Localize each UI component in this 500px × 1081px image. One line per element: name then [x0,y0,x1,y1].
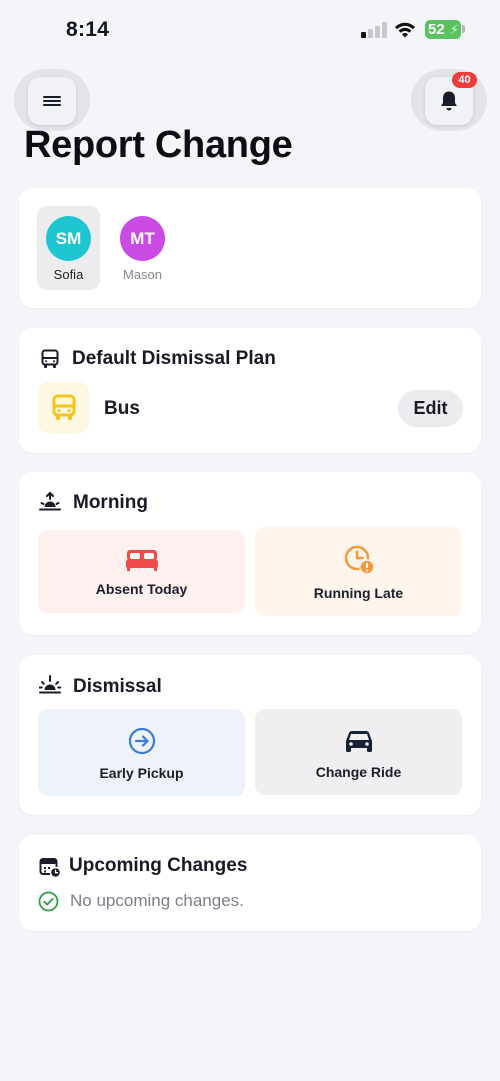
upcoming-changes-card: Upcoming Changes No upcoming changes. [19,835,481,931]
running-late-label: Running Late [313,585,404,601]
absent-today-label: Absent Today [95,581,188,597]
dismissal-card: Dismissal Early Pickup Change Ride [19,655,481,815]
menu-button[interactable] [28,77,76,125]
hamburger-icon [43,96,61,106]
wifi-icon [395,22,415,38]
car-icon [345,731,372,752]
bus-outline-icon [41,349,59,368]
page-title: Report Change [24,124,293,166]
sunset-icon [39,675,61,694]
bus-tile [38,382,89,433]
status-time: 8:14 [66,18,110,41]
bus-icon [52,394,75,420]
no-upcoming-changes-text: No upcoming changes. [70,891,244,910]
arrow-circle-right-icon [128,727,155,755]
student-name: Sofia [53,267,84,282]
dismissal-title: Dismissal [73,676,162,697]
bed-icon [125,550,158,571]
absent-today-option[interactable]: Absent Today [38,530,245,613]
running-late-option[interactable]: Running Late [255,527,462,616]
change-ride-label: Change Ride [315,764,402,780]
check-circle-icon [38,891,59,912]
calendar-clock-icon [39,858,61,878]
change-ride-option[interactable]: Change Ride [255,709,462,795]
early-pickup-option[interactable]: Early Pickup [38,709,245,796]
student-sofia[interactable]: SM Sofia [37,206,100,290]
bell-icon [441,91,457,111]
notification-badge: 40 [452,72,477,88]
battery-icon: 52 ⚡ [425,20,461,39]
student-selector-card: SM Sofia MT Mason [19,188,481,308]
default-plan-title: Default Dismissal Plan [72,348,276,369]
cellular-signal-icon [361,22,387,38]
status-bar: 8:14 52 ⚡ [0,0,500,60]
student-mason[interactable]: MT Mason [111,206,174,290]
student-name: Mason [122,267,163,282]
default-dismissal-plan-card: Default Dismissal Plan Bus Edit [19,328,481,453]
avatar: MT [120,216,165,261]
upcoming-changes-title: Upcoming Changes [69,855,248,876]
edit-button[interactable]: Edit [398,390,463,427]
avatar: SM [46,216,91,261]
clock-alert-icon [344,545,375,575]
early-pickup-label: Early Pickup [99,765,184,781]
morning-title: Morning [73,492,148,513]
sunrise-icon [39,492,61,511]
battery-level: 52 [428,21,445,38]
dismissal-mode-label: Bus [104,398,140,419]
morning-card: Morning Absent Today Running Late [19,472,481,635]
